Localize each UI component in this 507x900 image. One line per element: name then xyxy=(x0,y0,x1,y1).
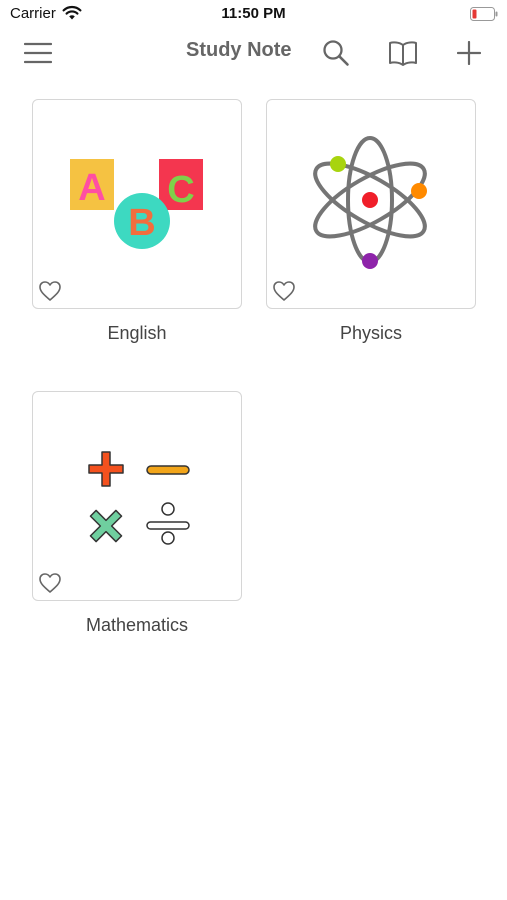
math-operators-icon xyxy=(88,451,190,545)
notebook-card-physics[interactable] xyxy=(266,99,476,309)
notebook-label-mathematics[interactable]: Mathematics xyxy=(32,615,242,636)
heart-outline-icon[interactable] xyxy=(38,572,62,594)
page-title: Study Note xyxy=(186,39,292,61)
clock: 11:50 PM xyxy=(221,5,286,22)
notebook-card-english[interactable]: A C B xyxy=(32,99,242,309)
heart-outline-icon[interactable] xyxy=(272,280,296,302)
plus-icon[interactable] xyxy=(452,36,486,70)
search-icon[interactable] xyxy=(319,36,353,70)
notebook-label-physics[interactable]: Physics xyxy=(266,323,476,344)
notebook-card-mathematics[interactable] xyxy=(32,391,242,601)
atom-icon xyxy=(313,136,427,269)
nav-bar: Study Note xyxy=(0,28,507,78)
battery-low-icon xyxy=(470,7,498,21)
svg-text:A: A xyxy=(78,167,105,209)
svg-text:B: B xyxy=(128,202,155,244)
status-bar: Carrier 11:50 PM xyxy=(0,0,507,28)
heart-outline-icon[interactable] xyxy=(38,280,62,302)
abc-blocks-icon: A C B xyxy=(70,159,203,249)
hamburger-menu-icon[interactable] xyxy=(21,36,55,70)
svg-text:C: C xyxy=(167,169,194,211)
open-book-icon[interactable] xyxy=(386,36,420,70)
notebook-label-english[interactable]: English xyxy=(32,323,242,344)
